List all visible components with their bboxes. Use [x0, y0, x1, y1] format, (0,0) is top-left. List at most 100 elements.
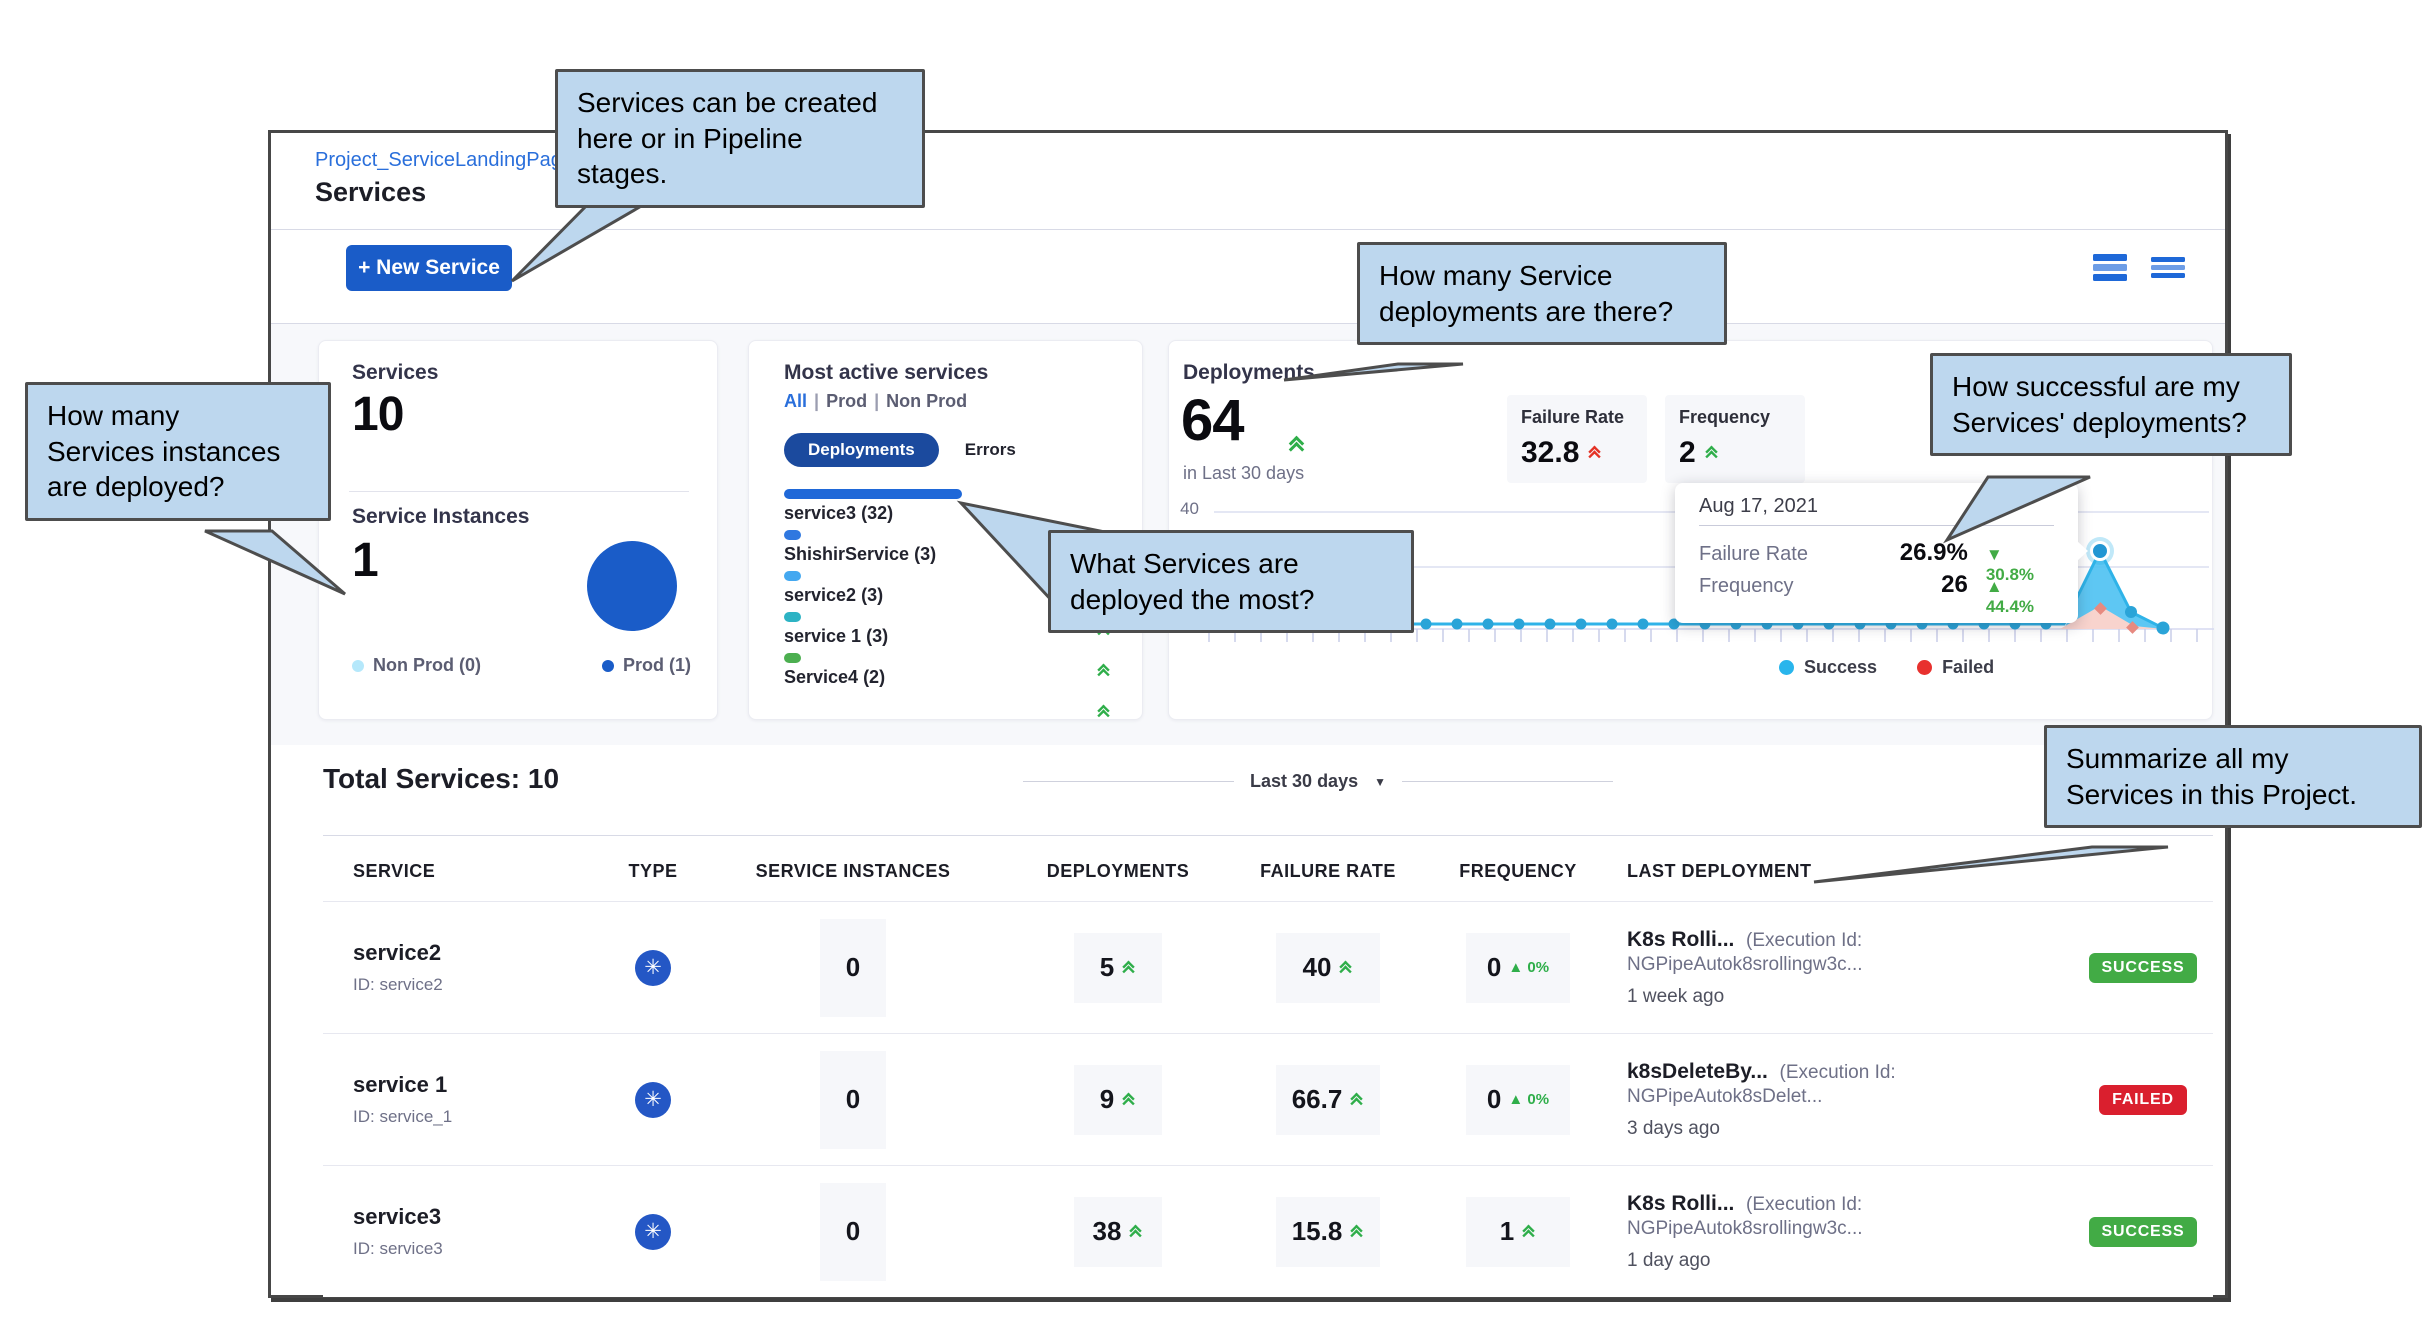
callout-most-deployed: What Services are deployed the most?	[1048, 530, 1414, 633]
time-range-selector[interactable]: Last 30 days ▼	[1023, 771, 1613, 792]
service-bar	[784, 489, 962, 499]
deployments-trend-up-icon	[1123, 1093, 1135, 1106]
service-bar	[784, 571, 801, 581]
failure-rate-stat: Failure Rate 32.8	[1507, 395, 1647, 483]
service-trend-up-icon	[1098, 706, 1110, 719]
errors-toggle-button[interactable]: Errors	[965, 440, 1016, 460]
failure-rate-trend-up-icon	[1340, 961, 1352, 974]
frequency-trend-up-icon	[1705, 447, 1717, 460]
filter-non-prod[interactable]: Non Prod	[886, 391, 967, 411]
failure-rate-value: 32.8	[1521, 436, 1579, 470]
grid-view-icon[interactable]	[2093, 251, 2127, 283]
non-prod-label: Non Prod (0)	[373, 655, 481, 676]
row-last-deployment-name[interactable]: k8sDeleteBy...	[1627, 1060, 1768, 1083]
failure-rate-trend-up-icon	[1351, 1225, 1363, 1238]
row-deployments: 38	[1093, 1216, 1122, 1247]
header-last-deployment: LAST DEPLOYMENT	[1613, 861, 2073, 882]
prod-label: Prod (1)	[623, 655, 691, 676]
row-deployments: 9	[1100, 1084, 1114, 1115]
prod-dot-icon	[602, 660, 614, 672]
legend-failed-label: Failed	[1942, 657, 1994, 678]
list-view-icon[interactable]	[2151, 251, 2185, 283]
row-instances: 0	[846, 952, 860, 983]
filter-all[interactable]: All	[784, 391, 807, 411]
service-bar	[784, 612, 801, 622]
row-last-deployment-time: 1 day ago	[1627, 1250, 2073, 1272]
row-failure-rate: 66.7	[1292, 1084, 1343, 1115]
services-dashboard-page: Project_ServiceLandingPag Services + New…	[0, 0, 2428, 1319]
metric-toggle: Deployments Errors	[784, 433, 1016, 467]
kubernetes-icon	[635, 1214, 671, 1250]
tooltip-failure-rate-value: 26.9%	[1846, 539, 1968, 567]
row-last-deployment-name[interactable]: K8s Rolli...	[1627, 928, 1734, 951]
header-service-instances: SERVICE INSTANCES	[703, 861, 1003, 882]
frequency-stat: Frequency 2	[1665, 395, 1805, 483]
header-divider	[271, 229, 2225, 230]
highlighted-point	[2092, 543, 2109, 560]
failed-dot-icon	[1917, 660, 1932, 675]
services-table-section: Total Services: 10 Last 30 days ▼ SERVIC…	[323, 763, 2213, 795]
row-last-deployment-time: 1 week ago	[1627, 986, 2073, 1008]
deployments-total: 64	[1181, 387, 1244, 454]
new-service-button[interactable]: + New Service	[346, 245, 512, 291]
deployments-caption: in Last 30 days	[1183, 463, 1304, 484]
success-dot-icon	[1779, 660, 1794, 675]
services-summary-card: Services 10 Service Instances 1 Non Prod…	[318, 340, 718, 720]
instances-pie-chart	[587, 541, 677, 631]
tooltip-frequency-value: 26	[1846, 571, 1968, 599]
row-instances: 0	[846, 1216, 860, 1247]
kubernetes-icon	[635, 950, 671, 986]
table-row[interactable]: service 1 ID: service_1 0 9 66.7 0▲ 0% k…	[323, 1033, 2213, 1165]
tooltip-frequency-delta: ▲ 44.4%	[1986, 577, 2054, 617]
tooltip-date: Aug 17, 2021	[1699, 495, 1818, 518]
caret-down-icon: ▼	[1374, 775, 1386, 789]
tooltip-pointer	[2077, 541, 2088, 561]
deployments-trend-up-icon	[1289, 437, 1304, 453]
breadcrumb[interactable]: Project_ServiceLandingPag	[315, 149, 562, 172]
legend-prod: Prod (1)	[602, 655, 691, 676]
callout-create-services: Services can be created here or in Pipel…	[555, 69, 925, 208]
frequency-label: Frequency	[1679, 407, 1791, 428]
table-header-row: SERVICE TYPE SERVICE INSTANCES DEPLOYMEN…	[323, 847, 2213, 895]
most-active-title: Most active services	[784, 361, 988, 385]
tooltip-failure-rate-label: Failure Rate	[1699, 543, 1846, 566]
row-failure-rate: 15.8	[1292, 1216, 1343, 1247]
deployments-trend-up-icon	[1130, 1225, 1142, 1238]
deployments-trend-up-icon	[1123, 961, 1135, 974]
services-count-value: 10	[352, 387, 403, 442]
service-bar	[784, 653, 801, 663]
header-type: TYPE	[603, 861, 703, 882]
deployments-toggle-button[interactable]: Deployments	[784, 433, 939, 467]
service-bar	[784, 530, 801, 540]
row-deployments: 5	[1100, 952, 1114, 983]
row-service-id: ID: service2	[353, 975, 603, 995]
callout-deployments-count: How many Service deployments are there?	[1357, 242, 1727, 345]
table-row[interactable]: service2 ID: service2 0 5 40 0▲ 0% K8s R…	[323, 901, 2213, 1033]
status-badge: SUCCESS	[2089, 953, 2198, 983]
row-instances: 0	[846, 1084, 860, 1115]
page-title: Services	[315, 177, 426, 208]
header-deployments: DEPLOYMENTS	[1003, 861, 1233, 882]
row-frequency: 0	[1487, 1084, 1501, 1115]
non-prod-dot-icon	[352, 660, 364, 672]
time-range-value: Last 30 days	[1250, 771, 1358, 792]
filter-prod[interactable]: Prod	[826, 391, 867, 411]
table-row[interactable]: service3 ID: service3 0 38 15.8 1 K8s Ro…	[323, 1165, 2213, 1297]
row-frequency: 1	[1500, 1216, 1514, 1247]
service-bar-item[interactable]: Service4 (2)	[784, 653, 1114, 694]
chart-legend: Success Failed	[1779, 657, 1994, 678]
row-last-deployment-name[interactable]: K8s Rolli...	[1627, 1192, 1734, 1215]
service-bar-item[interactable]: service3 (32)	[784, 489, 1114, 530]
callout-instances: How many Services instances are deployed…	[25, 382, 331, 521]
card-divider	[349, 491, 689, 492]
callout-summarize: Summarize all my Services in this Projec…	[2044, 725, 2422, 828]
deployments-title: Deployments	[1183, 361, 1315, 385]
app-window: Project_ServiceLandingPag Services + New…	[268, 130, 2228, 1298]
row-service-id: ID: service3	[353, 1239, 603, 1259]
row-frequency: 0	[1487, 952, 1501, 983]
callout-deployment-success: How successful are my Services' deployme…	[1930, 353, 2292, 456]
row-service-id: ID: service_1	[353, 1107, 603, 1127]
row-failure-rate: 40	[1303, 952, 1332, 983]
kubernetes-icon	[635, 1082, 671, 1118]
service-bar-label: service3 (32)	[784, 503, 1114, 524]
